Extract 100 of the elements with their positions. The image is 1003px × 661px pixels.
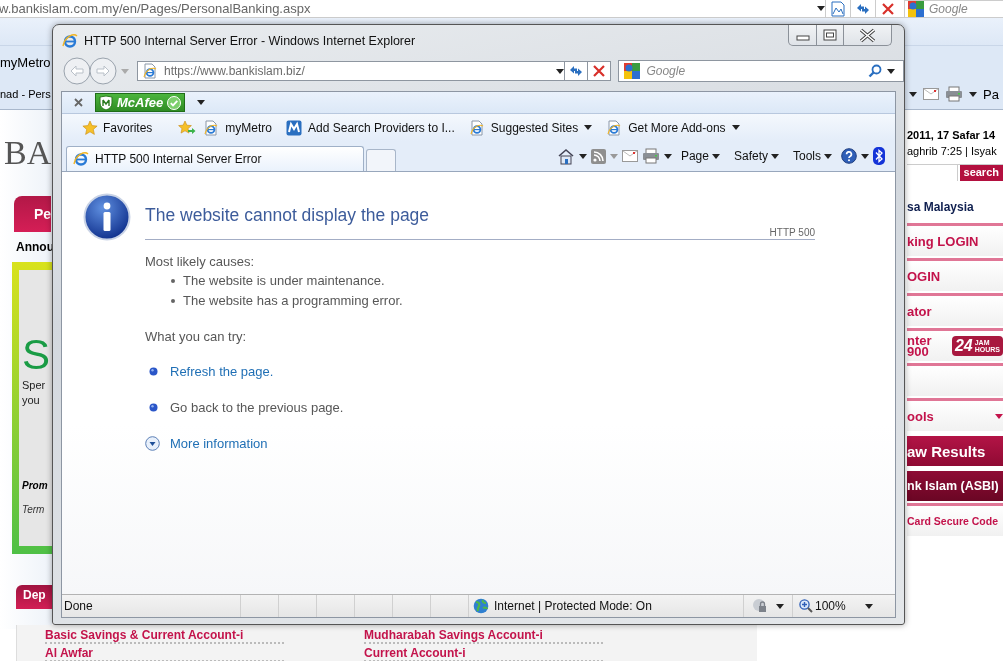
compatibility-icon[interactable] — [830, 0, 846, 17]
caret-icon — [865, 603, 873, 609]
check-icon — [167, 95, 182, 110]
menu-button[interactable]: Tools — [793, 149, 832, 163]
zoom-level[interactable]: 100% — [815, 599, 846, 613]
close-icon[interactable] — [74, 98, 83, 107]
favorites-link[interactable]: myMetro — [0, 55, 51, 70]
menu-label: ools — [907, 408, 934, 424]
bullet-icon — [171, 279, 175, 283]
product-link[interactable]: Current Account-i — [364, 646, 603, 661]
home-icon[interactable] — [556, 147, 575, 165]
suggestions-heading: What you can try: — [145, 329, 248, 344]
feed-icon[interactable] — [590, 148, 606, 164]
add-favorite-icon[interactable] — [178, 119, 197, 136]
terms-text: Term — [22, 504, 45, 515]
bullet-icon — [171, 299, 175, 303]
tile-icon — [286, 119, 303, 136]
search-icon[interactable] — [868, 64, 882, 78]
caret-icon — [776, 603, 784, 609]
menu-item[interactable]: Card Secure Code — [907, 503, 1003, 536]
browser-tab[interactable]: nad - Pers — [0, 88, 51, 100]
menu-label: ator — [907, 303, 932, 319]
print-icon[interactable] — [641, 148, 660, 164]
promo-banner[interactable]: S Sper you Prom Term — [12, 262, 52, 554]
refresh-link[interactable]: Refresh the page. — [170, 364, 274, 379]
browser-logo-icon — [73, 151, 89, 167]
caret-icon — [771, 153, 779, 159]
shield-icon — [99, 94, 113, 111]
browser-tab[interactable]: HTTP 500 Internal Server Error — [66, 146, 364, 171]
more-information-link[interactable]: More information — [170, 436, 268, 451]
product-link[interactable]: Basic Savings & Current Account-i — [45, 628, 284, 644]
mail-icon[interactable] — [923, 88, 940, 100]
caret-icon — [663, 153, 672, 159]
bullet-icon — [149, 403, 158, 412]
caret-icon — [609, 153, 618, 159]
favorites-link[interactable]: Get More Add-ons — [603, 117, 743, 138]
caret-icon — [556, 68, 565, 74]
menu-label: Card Secure Code — [907, 515, 999, 527]
browser-logo-icon — [62, 32, 78, 49]
bluetooth-icon[interactable] — [873, 147, 885, 165]
menu-item[interactable]: ator — [907, 293, 1003, 326]
search-field[interactable]: Google — [618, 60, 904, 82]
menu-item[interactable]: OGIN — [907, 258, 1003, 291]
caret-icon — [995, 413, 1003, 419]
print-icon[interactable] — [945, 86, 964, 102]
security-icon[interactable] — [752, 598, 768, 614]
search-field[interactable]: Google — [904, 0, 1003, 18]
promo-text: Prom — [22, 480, 48, 491]
caret-icon — [969, 91, 978, 97]
expand-icon[interactable] — [145, 436, 160, 451]
date-text: 2011, 17 Safar 14 — [907, 129, 997, 141]
menu-label: king LOGIN — [907, 233, 979, 249]
menu-button[interactable]: Page — [680, 149, 720, 163]
section-tab[interactable]: Pe — [14, 196, 51, 232]
logo-text: BA — [4, 134, 52, 173]
stop-icon[interactable] — [593, 65, 606, 77]
caret-icon — [711, 153, 720, 159]
menu-item[interactable]: king LOGIN — [907, 223, 1003, 256]
error-heading: The website cannot display the page — [145, 205, 431, 226]
banner-text: Sper — [22, 378, 46, 393]
caret-icon — [887, 68, 895, 74]
suggestion-text: Go back to the previous page. — [170, 400, 344, 415]
banner-headline: S — [22, 332, 50, 378]
stop-icon[interactable] — [882, 2, 894, 15]
star-icon — [82, 119, 98, 136]
menu-item[interactable]: aw Results — [907, 433, 1003, 466]
menu-item[interactable]: ools — [907, 398, 1003, 431]
mail-icon[interactable] — [621, 150, 638, 162]
search-button[interactable]: search — [959, 165, 1003, 181]
menu-button[interactable]: Safety — [733, 149, 779, 163]
favorites-link[interactable]: Add Search Providers to I... — [283, 117, 458, 138]
caret-icon — [197, 100, 206, 105]
address-text: https://www.bankislam.biz/ — [164, 64, 306, 78]
window-title: HTTP 500 Internal Server Error - Windows Internet Explorer — [84, 33, 416, 48]
favorites-button[interactable]: Favorites — [78, 117, 157, 138]
menu-label: 900 — [907, 346, 929, 357]
page-menu[interactable]: Pa — [983, 86, 999, 102]
language-link[interactable]: sa Malaysia — [907, 200, 1003, 214]
banner-text: you — [22, 393, 40, 408]
info-icon — [83, 193, 131, 241]
address-field[interactable]: https://www.bankislam.biz/ — [137, 61, 566, 81]
search-provider-icon — [907, 0, 925, 18]
page-icon — [203, 119, 220, 136]
cause-text: The website has a programming error. — [183, 293, 403, 309]
prayer-times: aghrib 7:25 | Isyak — [907, 145, 998, 157]
favorites-link[interactable]: Suggested Sites — [465, 117, 596, 138]
product-link[interactable]: Mudharabah Savings Account-i — [364, 628, 603, 644]
caret-icon — [121, 68, 129, 74]
menu-label: nk Islam (ASBI) — [907, 479, 999, 493]
menu-item[interactable]: nk Islam (ASBI) — [907, 468, 1003, 501]
caret-icon — [817, 6, 825, 11]
menu-label: aw Results — [907, 442, 986, 460]
zoom-icon[interactable] — [799, 599, 813, 613]
caret-icon — [909, 91, 918, 97]
causes-heading: Most likely causes: — [145, 254, 256, 269]
product-link[interactable]: Al Awfar — [45, 646, 284, 661]
help-icon[interactable] — [841, 148, 857, 164]
caret-icon — [578, 153, 587, 159]
deposits-tab[interactable]: Dep — [16, 585, 52, 609]
favorites-link[interactable]: myMetro — [200, 117, 276, 138]
